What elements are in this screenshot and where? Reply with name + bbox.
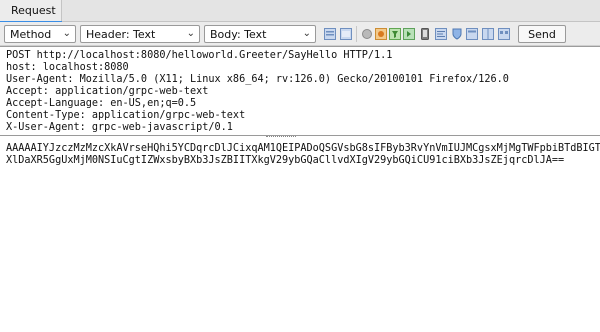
header-line: Accept-Language: en-US,en;q=0.5 [6, 98, 197, 109]
header-line: Content-Type: application/grpc-web-text [6, 110, 246, 121]
toggle-panel-icon[interactable] [340, 27, 352, 41]
body-line: AAAAAIYJzczMzMzcXkAVrseHQhi5YCDqrcDlJCix… [6, 143, 600, 154]
chevron-down-icon: ⌄ [302, 28, 311, 39]
method-select-value: Method [10, 28, 52, 41]
body-format-select[interactable]: Body: Text ⌄ [204, 25, 316, 43]
request-line: POST http://localhost:8080/helloworld.Gr… [6, 50, 393, 61]
request-body[interactable]: AAAAAIYJzczMzMzcXkAVrseHQhi5YCDqrcDlJCix… [0, 139, 600, 332]
header-line: Accept: application/grpc-web-text [6, 86, 209, 97]
text-icon[interactable] [435, 27, 447, 41]
header-format-select[interactable]: Header: Text ⌄ [80, 25, 200, 43]
replay-icon[interactable] [403, 27, 415, 41]
send-button-label: Send [528, 28, 556, 41]
method-select[interactable]: Method ⌄ [4, 25, 76, 43]
filter-icon[interactable] [389, 27, 401, 41]
request-headers[interactable]: POST http://localhost:8080/helloworld.Gr… [0, 47, 600, 135]
intercept-icon[interactable] [375, 27, 387, 41]
toolbar-separator [356, 26, 357, 42]
header-format-value: Header: Text [86, 28, 156, 41]
split-view-icon[interactable] [482, 27, 494, 41]
header-line: X-User-Agent: grpc-web-javascript/0.1 [6, 122, 233, 133]
body-line: XlDaXR5GgUxMjM0NSIuCgtIZWxsbyBXb3JsZBIIT… [6, 155, 565, 166]
tab-bar: Request [0, 0, 600, 23]
header-line: User-Agent: Mozilla/5.0 (X11; Linux x86_… [6, 74, 509, 85]
request-toolbar: Method ⌄ Header: Text ⌄ Body: Text ⌄ Sen… [0, 22, 600, 46]
record-icon[interactable] [361, 27, 373, 41]
chevron-down-icon: ⌄ [186, 28, 195, 39]
header-line: host: localhost:8080 [6, 62, 129, 73]
device-icon[interactable] [419, 27, 431, 41]
body-format-value: Body: Text [210, 28, 267, 41]
splitter-handle[interactable] [266, 136, 296, 138]
tab-request-label: Request [11, 4, 56, 17]
request-editor[interactable]: POST http://localhost:8080/helloworld.Gr… [0, 46, 600, 332]
tab-request[interactable]: Request [0, 0, 62, 23]
grid-view-icon[interactable] [498, 27, 510, 41]
format-panel-icon[interactable] [324, 27, 336, 41]
send-button[interactable]: Send [518, 25, 566, 43]
chevron-down-icon: ⌄ [62, 28, 71, 39]
layout-icon[interactable] [466, 27, 478, 41]
tools-icon[interactable] [451, 27, 463, 41]
